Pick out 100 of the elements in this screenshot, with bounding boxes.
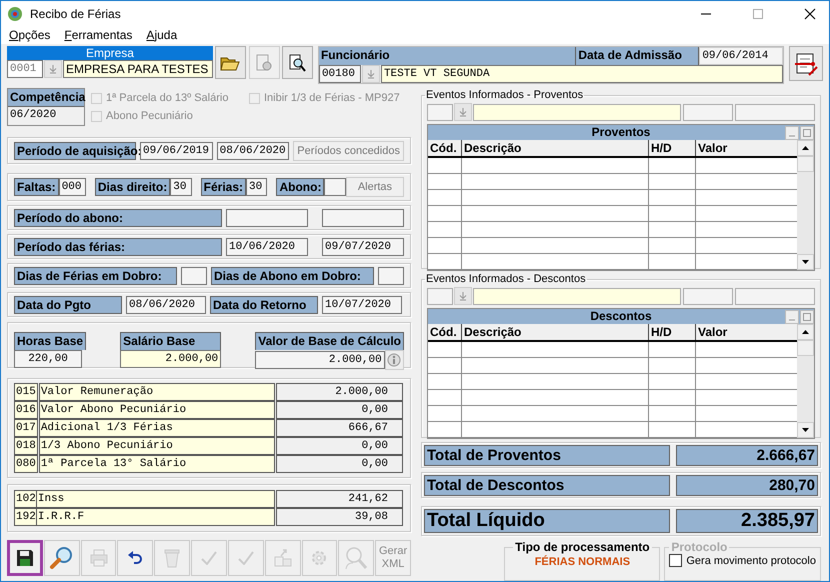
date-field[interactable]: 10/07/2020 — [322, 296, 402, 314]
company-name-field[interactable]: EMPRESA PARA TESTES — [63, 60, 213, 78]
event-code-field[interactable] — [427, 288, 453, 304]
scrollbar[interactable] — [797, 140, 814, 270]
count-label: Dias direito: — [94, 178, 170, 196]
person-search-icon — [343, 545, 370, 571]
table-title: Descontos — [589, 309, 653, 324]
scroll-thumb[interactable] — [797, 156, 814, 172]
vacation-period-label: Período das férias: — [14, 238, 222, 256]
double-days-field[interactable] — [378, 266, 404, 284]
arrow-down-icon — [458, 291, 468, 301]
employee-name-field[interactable]: TESTE VT SEGUNDA — [380, 65, 784, 83]
employee-label: Funcionário — [318, 47, 576, 65]
event-hours-field[interactable] — [683, 104, 733, 120]
close-icon[interactable] — [804, 8, 816, 20]
scroll-down-icon[interactable] — [797, 254, 814, 270]
undo-icon — [127, 551, 144, 565]
table-title: Proventos — [590, 125, 652, 140]
arrow-down-icon — [366, 69, 376, 79]
date-label: Data do Retorno — [210, 296, 318, 314]
count-field[interactable]: 000 — [58, 178, 86, 196]
event-code-field[interactable] — [427, 104, 453, 120]
end-date-field[interactable] — [322, 208, 404, 226]
scroll-up-icon[interactable] — [797, 140, 814, 156]
date-field[interactable]: 08/06/2020 — [126, 296, 206, 314]
event-name-field[interactable] — [473, 288, 681, 304]
menu-item[interactable]: Ferramentas — [64, 28, 132, 42]
granted-periods-button[interactable]: Períodos concedidos — [293, 140, 404, 160]
bonus-period-label: Período do abono: — [14, 208, 222, 226]
start-date-field[interactable]: 09/06/2019 — [140, 142, 213, 160]
toolbar-button[interactable] — [7, 540, 43, 576]
column-header[interactable]: H/D — [649, 140, 696, 156]
end-date-field[interactable]: 09/07/2020 — [322, 238, 404, 256]
info-icon — [387, 353, 402, 367]
admission-date-field[interactable]: 09/06/2014 — [699, 47, 784, 65]
check-icon — [238, 551, 254, 565]
value-cell: 0,00 — [276, 401, 403, 419]
scrollbar[interactable] — [797, 324, 814, 438]
count-field[interactable] — [324, 178, 346, 196]
base-value-field[interactable]: 220,00 — [14, 350, 82, 368]
base-value-field[interactable]: 2.000,00 — [255, 351, 385, 369]
column-header[interactable]: Valor — [696, 324, 797, 340]
total-value: 280,70 — [676, 474, 818, 496]
double-days-field[interactable] — [181, 266, 207, 284]
bin-icon — [163, 548, 182, 568]
count-field[interactable]: 30 — [246, 178, 268, 196]
lookup-button[interactable] — [44, 60, 62, 78]
toolbar-button[interactable] — [214, 46, 246, 79]
code-cell: 192 — [14, 508, 38, 526]
scroll-thumb[interactable] — [797, 340, 814, 356]
description-cell: 1ª Parcela 13° Salário — [38, 455, 275, 473]
event-value-field[interactable] — [735, 288, 815, 304]
scroll-up-icon[interactable] — [797, 324, 814, 340]
event-hours-field[interactable] — [683, 288, 733, 304]
maximize-icon[interactable] — [752, 8, 764, 20]
value-cell: 0,00 — [276, 437, 403, 455]
start-date-field[interactable]: 10/06/2020 — [226, 238, 308, 256]
column-header[interactable]: H/D — [649, 324, 696, 340]
company-header: Empresa — [7, 46, 213, 60]
toolbar-button[interactable] — [282, 46, 313, 79]
value-cell: 241,62 — [276, 490, 403, 508]
lookup-button[interactable] — [454, 103, 472, 121]
app-icon — [7, 6, 23, 22]
column-header[interactable]: Cód. — [428, 324, 462, 340]
column-header[interactable]: Descrição — [462, 140, 649, 156]
lookup-button[interactable] — [454, 287, 472, 305]
lookup-button[interactable] — [362, 65, 380, 83]
employee-code-field[interactable]: 00180 — [318, 65, 361, 83]
code-cell: 018 — [14, 437, 38, 455]
description-cell: I.R.R.F — [36, 508, 275, 526]
start-date-field[interactable] — [226, 208, 308, 226]
event-value-field[interactable] — [735, 104, 815, 120]
code-cell: 016 — [14, 401, 38, 419]
info-button[interactable] — [384, 350, 404, 370]
export-icon — [272, 548, 293, 568]
group-title: Eventos Informados - Proventos — [425, 89, 584, 101]
menu-item[interactable]: Opções — [9, 28, 50, 42]
value-cell: 666,67 — [276, 419, 403, 437]
alerts-button[interactable]: Alertas — [346, 177, 404, 197]
check-icon — [201, 551, 217, 565]
column-header[interactable]: Descrição — [462, 324, 649, 340]
description-cell: Inss — [36, 490, 275, 508]
base-value-field[interactable]: 2.000,00 — [120, 350, 222, 368]
end-date-field[interactable]: 08/06/2020 — [216, 142, 290, 160]
description-cell: Valor Abono Pecuniário — [38, 401, 275, 419]
column-header[interactable]: Valor — [696, 140, 797, 156]
column-header[interactable]: Cód. — [428, 140, 462, 156]
scroll-down-icon[interactable] — [797, 422, 814, 438]
event-name-field[interactable] — [473, 104, 681, 120]
total-value: 2.385,97 — [676, 509, 818, 533]
double-days-label: Dias de Férias em Dobro: — [14, 266, 177, 284]
toolbar-button[interactable] — [117, 540, 154, 576]
menu-item[interactable]: Ajuda — [146, 28, 178, 42]
company-code-field[interactable]: 0001 — [7, 60, 43, 78]
value-cell: 39,08 — [276, 508, 403, 526]
printer-icon — [88, 549, 109, 567]
document-search-icon — [287, 52, 308, 72]
total-label: Total de Descontos — [424, 474, 670, 496]
count-field[interactable]: 30 — [170, 178, 192, 196]
date-label: Data do Pgto — [14, 296, 122, 314]
